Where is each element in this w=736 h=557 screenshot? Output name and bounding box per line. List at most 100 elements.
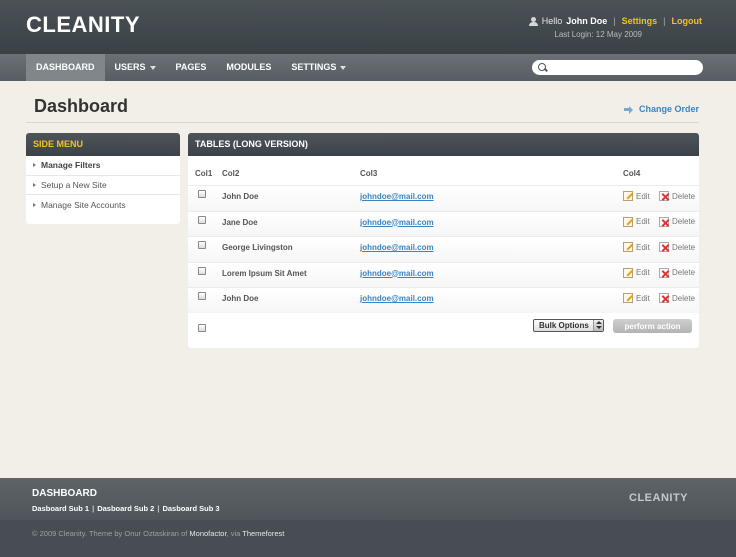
table-row: John Doe johndoe@mail.com Edit Delete [188, 287, 699, 313]
edit-icon [623, 242, 633, 252]
row-checkbox[interactable] [198, 241, 206, 249]
row-name: John Doe [222, 192, 259, 201]
page-title: Dashboard [34, 96, 129, 116]
chevron-down-icon [149, 65, 156, 70]
row-email-link[interactable]: johndoe@mail.com [360, 243, 434, 252]
search-input[interactable] [532, 60, 703, 75]
edit-icon [623, 267, 633, 278]
delete-icon [659, 293, 669, 303]
last-login: Last Login: 12 May 2009 [554, 30, 642, 39]
edit-label: Edit [636, 268, 650, 277]
edit-button[interactable]: Edit [623, 267, 650, 278]
edit-label: Edit [636, 293, 650, 303]
footer-sub-links: Dasboard Sub 1 | Dasboard Sub 2 | Dasboa… [32, 504, 220, 513]
search-icon [538, 63, 546, 71]
side-item-label: Setup a New Site [41, 179, 107, 190]
select-all-checkbox[interactable] [198, 324, 206, 332]
delete-label: Delete [672, 242, 696, 252]
bulk-options-select[interactable]: Bulk Options [533, 319, 604, 332]
side-menu-title: SIDE MENU [26, 133, 180, 156]
logout-link[interactable]: Logout [672, 16, 703, 26]
nav-settings[interactable]: SETTINGS [281, 54, 356, 81]
delete-button[interactable]: Delete [659, 216, 695, 227]
copyright-via: , via [226, 529, 241, 538]
side-item-manage-site-accounts[interactable]: Manage Site Accounts [26, 195, 180, 215]
company-link[interactable]: Monofactor [189, 529, 226, 538]
delete-icon [659, 216, 669, 227]
row-checkbox[interactable] [198, 215, 206, 224]
nav-pages[interactable]: PAGES [166, 54, 217, 81]
footer-sub-link[interactable]: Dasboard Sub 1 [32, 504, 89, 513]
footer-sub-link[interactable]: Dasboard Sub 3 [162, 504, 219, 513]
side-item-setup-new-site[interactable]: Setup a New Site [26, 176, 180, 195]
change-order-label: Change Order [639, 104, 700, 114]
nav-users[interactable]: USERS [105, 54, 166, 81]
copyright: © 2009 Cleanity. Theme by Onur Oztaskira… [32, 529, 284, 538]
triangle-right-icon [33, 182, 36, 187]
side-item-label: Manage Filters [41, 160, 101, 171]
separator: | [663, 16, 666, 26]
column-header: Col1 [195, 169, 213, 178]
side-item-manage-filters[interactable]: Manage Filters [26, 156, 180, 176]
edit-icon [623, 293, 633, 303]
row-name: Jane Doe [222, 217, 258, 227]
separator: | [157, 504, 160, 513]
edit-button[interactable]: Edit [623, 191, 650, 201]
change-order-link[interactable]: Change Order [624, 104, 699, 114]
table-panel: TABLES (LONG VERSION) Col1 Col2 Col3 Col… [188, 133, 699, 348]
delete-button[interactable]: Delete [659, 293, 695, 303]
table-row: John Doe johndoe@mail.com Edit Delete [188, 185, 699, 211]
logo[interactable]: CLEANITY [26, 12, 140, 38]
divider [26, 122, 699, 123]
edit-icon [623, 191, 633, 201]
edit-label: Edit [636, 191, 650, 201]
row-email-link[interactable]: johndoe@mail.com [360, 294, 434, 303]
edit-label: Edit [636, 217, 650, 226]
table-header: Col1 Col2 Col3 Col4 [188, 156, 699, 185]
delete-button[interactable]: Delete [659, 242, 695, 252]
row-email-link[interactable]: johndoe@mail.com [360, 269, 434, 278]
perform-action-button[interactable]: perform action [613, 319, 692, 333]
delete-button[interactable]: Delete [659, 267, 696, 278]
row-email-link[interactable]: johndoe@mail.com [360, 218, 434, 227]
row-checkbox[interactable] [198, 292, 206, 300]
column-header: Col4 [623, 169, 641, 178]
footer-sub-link[interactable]: Dasboard Sub 2 [97, 504, 154, 513]
marketplace-link[interactable]: Themeforest [242, 529, 284, 538]
row-email-link[interactable]: johndoe@mail.com [360, 192, 434, 201]
row-name: Lorem Ipsum Sit Amet [222, 268, 307, 278]
row-checkbox[interactable] [198, 266, 206, 275]
row-checkbox[interactable] [198, 190, 206, 198]
copyright-text: © 2009 Cleanity. Theme by Onur Oztaskira… [32, 529, 188, 538]
nav-dashboard[interactable]: DASHBOARD [26, 54, 105, 81]
triangle-right-icon [33, 202, 36, 207]
chevron-down-icon [340, 65, 347, 70]
footer-title: DASHBOARD [32, 488, 97, 499]
column-header: Col2 [222, 169, 240, 178]
row-name: John Doe [222, 294, 259, 303]
edit-button[interactable]: Edit [623, 242, 650, 252]
nav-label: SETTINGS [291, 62, 337, 72]
nav-label: MODULES [226, 62, 272, 72]
edit-button[interactable]: Edit [623, 293, 650, 303]
delete-button[interactable]: Delete [659, 191, 695, 201]
username: John Doe [566, 16, 608, 26]
triangle-right-icon [33, 163, 36, 168]
footer-logo: CLEANITY [629, 492, 688, 504]
copyright-bar: © 2009 Cleanity. Theme by Onur Oztaskira… [0, 520, 736, 557]
table-row: Jane Doe johndoe@mail.com Edit Delete [188, 210, 699, 236]
main-nav: DASHBOARD USERS PAGES MODULES SETTINGS [0, 54, 736, 81]
side-menu: SIDE MENU Manage Filters Setup a New Sit… [26, 133, 180, 224]
settings-link[interactable]: Settings [622, 16, 658, 26]
delete-icon [659, 267, 669, 278]
edit-icon [623, 216, 633, 227]
nav-modules[interactable]: MODULES [216, 54, 281, 81]
arrow-right-icon [624, 105, 633, 114]
table-row: Lorem Ipsum Sit Amet johndoe@mail.com Ed… [188, 261, 699, 287]
delete-label: Delete [672, 268, 696, 277]
nav-label: PAGES [175, 62, 207, 72]
top-header: CLEANITY Hello John Doe | Settings | Log… [0, 0, 736, 54]
table-title: TABLES (LONG VERSION) [188, 133, 699, 156]
delete-label: Delete [672, 191, 696, 201]
edit-button[interactable]: Edit [623, 216, 650, 227]
